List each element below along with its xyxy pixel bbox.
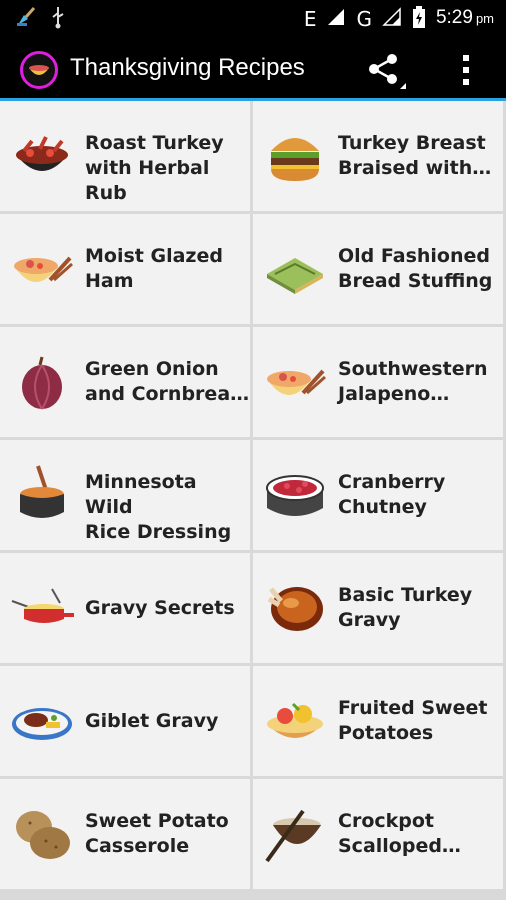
cooking-pot-icon xyxy=(20,465,64,518)
recipe-grid: Roast Turkey with Herbal Rub Turkey Brea… xyxy=(0,101,506,900)
app-logo-icon xyxy=(20,51,58,89)
soup-bowl-icon xyxy=(267,369,326,395)
recipe-tile[interactable]: Crockpot Scalloped… xyxy=(253,779,506,892)
mortar-pestle-icon xyxy=(265,809,321,863)
recipe-tile[interactable]: Roast Turkey with Herbal Rub xyxy=(0,101,253,214)
recipe-title: Turkey Breast Braised with… xyxy=(338,132,492,179)
recipe-tile[interactable]: Cranberry Chutney xyxy=(253,440,506,553)
recipe-tile[interactable]: Basic Turkey Gravy xyxy=(253,553,506,666)
recipe-title: Gravy Secrets xyxy=(85,597,235,619)
recipe-tile[interactable]: Green Onion and Cornbrea… xyxy=(0,327,253,440)
battery-icon xyxy=(412,5,426,33)
recipe-tile[interactable]: Southwestern Jalapeno… xyxy=(253,327,506,440)
recipe-title: Old Fashioned Bread Stuffing xyxy=(338,245,493,292)
cranberry-bowl-icon xyxy=(266,475,324,516)
recipe-title: Cranberry Chutney xyxy=(338,471,446,518)
recipe-title: Giblet Gravy xyxy=(85,710,219,732)
signal-icon xyxy=(326,7,346,31)
bread-stuffing-icon xyxy=(267,258,323,294)
broom-icon xyxy=(14,5,38,33)
recipe-title: Minnesota Wild Rice Dressing xyxy=(85,471,232,543)
red-onion-icon xyxy=(22,356,62,410)
recipe-title: Basic Turkey Gravy xyxy=(338,584,473,631)
clock-time: 5:29 pm xyxy=(435,7,494,28)
recipe-title: Moist Glazed Ham xyxy=(85,245,223,292)
usb-icon xyxy=(50,5,66,33)
status-bar: E G 5:29 pm xyxy=(0,0,506,37)
network-type-g: G xyxy=(356,6,372,31)
overflow-menu-button[interactable] xyxy=(452,51,482,91)
recipe-tile[interactable]: Fruited Sweet Potatoes xyxy=(253,666,506,779)
recipe-title: Sweet Potato Casserole xyxy=(85,810,229,857)
network-type-e: E xyxy=(303,6,317,31)
roast-turkey-icon xyxy=(267,587,323,631)
share-icon xyxy=(369,54,406,89)
turkey-bowl-icon xyxy=(16,136,68,171)
burger-icon xyxy=(271,138,319,181)
dinner-plate-icon xyxy=(12,708,72,740)
recipe-title: Green Onion and Cornbrea… xyxy=(85,358,250,405)
app-bar: Thanksgiving Recipes xyxy=(0,37,506,101)
recipe-tile[interactable]: Turkey Breast Braised with… xyxy=(253,101,506,214)
signal-icon-2 xyxy=(382,6,402,31)
recipe-title: Southwestern Jalapeno… xyxy=(338,358,488,405)
recipe-tile[interactable]: Old Fashioned Bread Stuffing xyxy=(253,214,506,327)
recipe-title: Roast Turkey with Herbal Rub xyxy=(85,132,224,204)
recipe-tile[interactable]: Sweet Potato Casserole xyxy=(0,779,253,892)
recipe-tile[interactable]: Moist Glazed Ham xyxy=(0,214,253,327)
recipe-tile[interactable]: Minnesota Wild Rice Dressing xyxy=(0,440,253,553)
recipe-tile[interactable]: Giblet Gravy xyxy=(0,666,253,779)
fruit-tart-icon xyxy=(267,702,323,738)
soup-bowl-icon xyxy=(14,256,73,282)
recipe-tile[interactable]: Gravy Secrets xyxy=(0,553,253,666)
recipe-title: Fruited Sweet Potatoes xyxy=(338,697,488,744)
fondue-pot-icon xyxy=(11,588,74,623)
potatoes-icon xyxy=(16,811,70,859)
app-title: Thanksgiving Recipes xyxy=(70,54,305,81)
recipe-title: Crockpot Scalloped… xyxy=(338,810,461,857)
share-button[interactable] xyxy=(366,51,408,91)
more-vert-icon xyxy=(463,55,469,85)
